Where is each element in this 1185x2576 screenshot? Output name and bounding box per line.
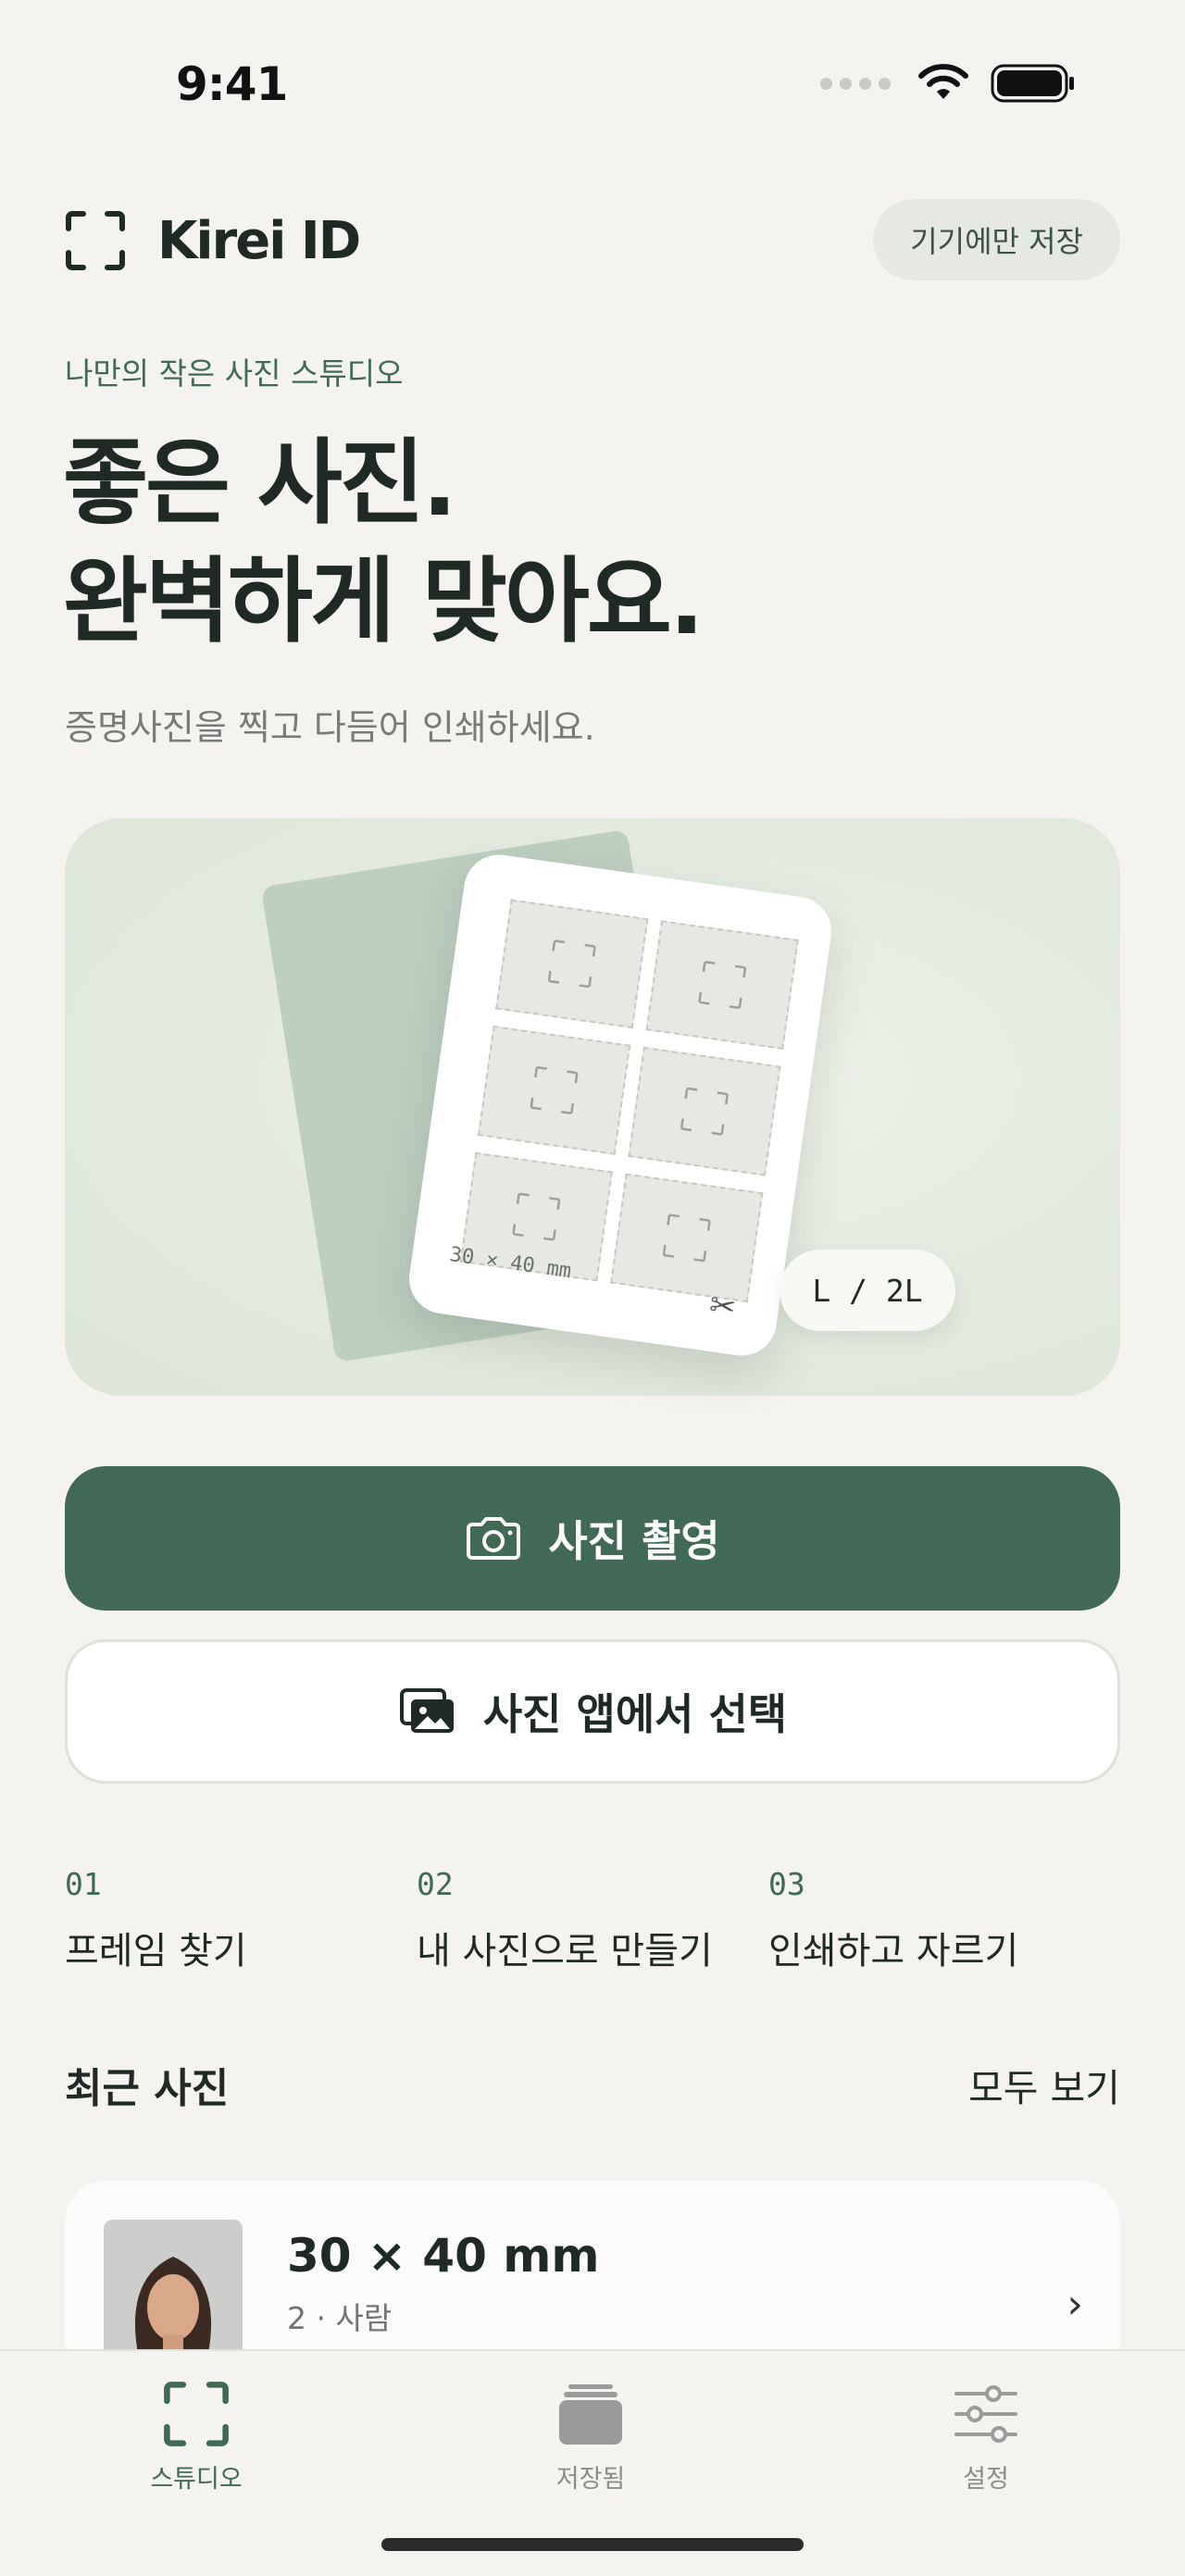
hero-illustration: 30 × 40 mm ✂ L / 2L xyxy=(65,818,1120,1396)
battery-icon xyxy=(991,64,1074,103)
photo-library-icon xyxy=(399,1688,454,1733)
see-all-link[interactable]: 모두 보기 xyxy=(968,2057,1120,2112)
take-photo-label: 사진 촬영 xyxy=(548,1516,720,1566)
status-bar: 9:41 xyxy=(0,0,1185,176)
tab-label: 설정 xyxy=(963,2465,1009,2494)
choose-from-photos-label: 사진 앱에서 선택 xyxy=(482,1689,788,1739)
hero-title-line-1: 좋은 사진. xyxy=(63,429,457,537)
camera-icon xyxy=(467,1517,521,1560)
stack-icon xyxy=(480,2370,702,2458)
photo-slot xyxy=(628,1046,781,1176)
frame-icon xyxy=(680,1087,729,1136)
step-number: 02 xyxy=(417,1866,454,1902)
step-label: 내 사진으로 만들기 xyxy=(417,1930,713,1972)
frame-icon xyxy=(698,961,746,1009)
step-label: 인쇄하고 자르기 xyxy=(768,1930,1019,1972)
frame-icon xyxy=(547,940,596,989)
photo-slot xyxy=(477,1026,631,1155)
step-item: 02 내 사진으로 만들기 xyxy=(417,1866,768,1974)
recent-photos-header: 최근 사진 모두 보기 xyxy=(65,2055,1120,2112)
hero-subtitle: 증명사진을 찍고 다듬어 인쇄하세요. xyxy=(65,707,595,748)
hero-tagline: 나만의 작은 사진 스튜디오 xyxy=(65,355,404,392)
frame-icon xyxy=(512,1192,561,1241)
scissors-icon: ✂ xyxy=(706,1286,739,1327)
frame-icon xyxy=(530,1066,579,1114)
app-logo: Kirei ID xyxy=(65,210,361,271)
choose-from-photos-button[interactable]: 사진 앱에서 선택 xyxy=(65,1639,1120,1784)
tab-label: 스튜디오 xyxy=(150,2465,243,2494)
hero-title-line-2: 완벽하게 맞아요. xyxy=(63,547,705,655)
tab-studio[interactable]: 스튜디오 xyxy=(85,2370,307,2495)
app-header: Kirei ID 기기에만 저장 xyxy=(65,199,1120,282)
app-name: Kirei ID xyxy=(157,210,361,271)
frame-icon xyxy=(662,1213,711,1263)
tab-saved[interactable]: 저장됨 xyxy=(480,2370,702,2495)
photo-slot xyxy=(495,899,649,1029)
status-icons xyxy=(820,63,1076,104)
step-item: 03 인쇄하고 자르기 xyxy=(768,1866,1120,1974)
recent-photo-subtitle: 2 · 사람 xyxy=(287,2300,393,2336)
photo-sheet: 30 × 40 mm ✂ xyxy=(405,850,836,1361)
signal-icon xyxy=(820,77,891,90)
recent-photo-title: 30 × 40 mm xyxy=(287,2229,600,2283)
frame-icon xyxy=(66,211,125,270)
tab-label: 저장됨 xyxy=(555,2465,626,2494)
how-it-works-steps: 01 프레임 찾기 02 내 사진으로 만들기 03 인쇄하고 자르기 xyxy=(65,1866,1120,1974)
device-only-storage-button[interactable]: 기기에만 저장 xyxy=(873,199,1120,280)
sliders-icon xyxy=(875,2370,1097,2458)
frame-icon xyxy=(85,2370,307,2458)
step-item: 01 프레임 찾기 xyxy=(65,1866,417,1974)
home-indicator xyxy=(381,2538,804,2551)
status-time: 9:41 xyxy=(176,57,288,111)
take-photo-button[interactable]: 사진 촬영 xyxy=(65,1466,1120,1611)
chevron-right-icon: › xyxy=(1066,2281,1083,2328)
photo-grid xyxy=(459,899,799,1303)
paper-size-badge: L / 2L xyxy=(780,1250,955,1331)
step-number: 03 xyxy=(768,1866,805,1902)
photo-slot xyxy=(645,920,799,1050)
hero-title: 좋은 사진. 완벽하게 맞아요. xyxy=(63,424,705,661)
recent-photos-title: 최근 사진 xyxy=(65,2065,230,2112)
step-number: 01 xyxy=(65,1866,102,1902)
wifi-icon xyxy=(918,64,968,99)
tab-settings[interactable]: 설정 xyxy=(875,2370,1097,2495)
photo-slot xyxy=(610,1173,764,1303)
step-label: 프레임 찾기 xyxy=(65,1930,247,1972)
